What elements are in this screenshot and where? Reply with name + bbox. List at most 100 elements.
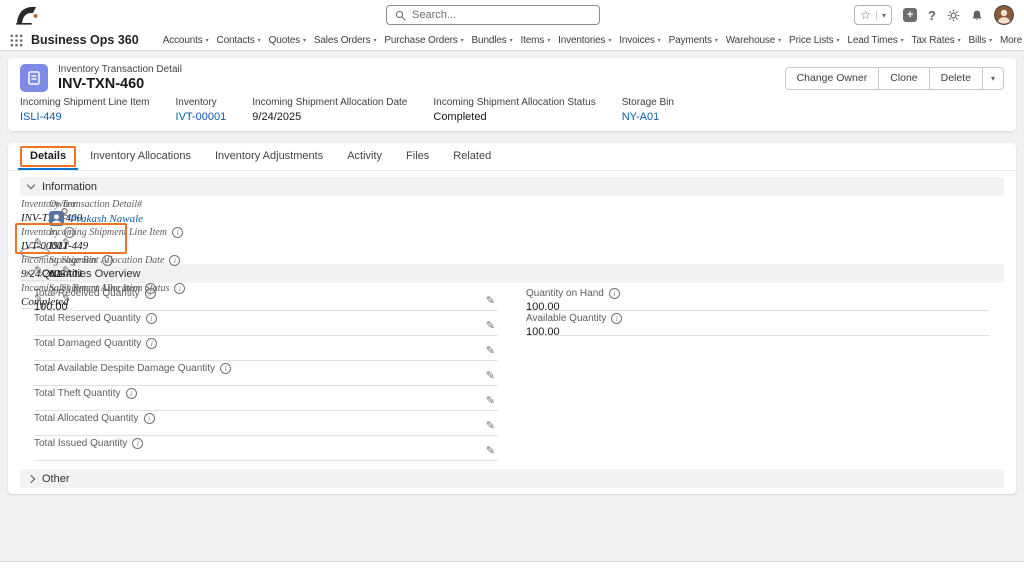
tab-activity[interactable]: Activity (335, 143, 394, 170)
nav-item-items[interactable]: Items▾ (517, 30, 555, 50)
field-value: 100.00 (526, 326, 966, 338)
edit-pencil-icon[interactable]: ✎ (61, 238, 70, 249)
nav-item-payments[interactable]: Payments▾ (665, 30, 722, 50)
nav-item-bills[interactable]: Bills▾ (964, 30, 995, 50)
edit-pencil-icon[interactable]: ✎ (61, 266, 70, 277)
user-avatar[interactable] (994, 5, 1014, 25)
field-value (34, 451, 474, 463)
field-label: Total Issued Quantity (34, 438, 127, 449)
section-header-other[interactable]: Other (20, 469, 1004, 488)
info-icon[interactable]: i (144, 413, 155, 424)
highlight-value-link[interactable]: NY-A01 (622, 111, 674, 123)
field-inventory: Inventoryi IVT-00001 ✎ (21, 225, 45, 253)
info-icon[interactable]: i (611, 313, 622, 324)
tab-files[interactable]: Files (394, 143, 441, 170)
change-owner-button[interactable]: Change Owner (785, 67, 880, 90)
field-label: Total Available Despite Damage Quantity (34, 363, 215, 374)
tab-details[interactable]: Details (18, 143, 78, 170)
nav-item-more[interactable]: More▾ (996, 30, 1024, 50)
edit-pencil-icon[interactable]: ✎ (33, 238, 42, 249)
search-input[interactable] (412, 9, 591, 21)
nav-item-warehouse[interactable]: Warehouse▾ (722, 30, 785, 50)
quantities-right-column: Quantity on Handi 100.00 Available Quant… (526, 286, 990, 461)
highlight-inventory: Inventory IVT-00001 (176, 97, 227, 123)
field-label: Inventory Transaction Detail# (21, 199, 142, 210)
app-navbar: Business Ops 360 Accounts▾ Contacts▾ Quo… (0, 30, 1024, 51)
info-icon[interactable]: i (145, 288, 156, 299)
section-header-information[interactable]: Information (20, 177, 1004, 196)
nav-item-invoices[interactable]: Invoices▾ (615, 30, 664, 50)
nav-item-accounts[interactable]: Accounts▾ (159, 30, 213, 50)
change-owner-icon[interactable] (58, 207, 71, 220)
edit-pencil-icon[interactable]: ✎ (486, 421, 495, 432)
edit-pencil-icon[interactable]: ✎ (486, 396, 495, 407)
record-actions: Change Owner Clone Delete ▾ (785, 67, 1004, 90)
info-icon[interactable]: i (220, 363, 231, 374)
utility-footer-bar (0, 561, 1024, 569)
info-icon[interactable]: i (132, 438, 143, 449)
chevron-down-icon: ▾ (608, 37, 611, 44)
chevron-down-icon: ▾ (658, 37, 661, 44)
nav-item-price-lists[interactable]: Price Lists▾ (785, 30, 843, 50)
delete-button[interactable]: Delete (929, 67, 983, 90)
field-total-theft-quantity: Total Theft Quantityi ✎ (34, 386, 498, 411)
field-total-reserved-quantity: Total Reserved Quantityi ✎ (34, 311, 498, 336)
field-owner: Owner Prakash Nawale (49, 197, 73, 225)
chevron-right-icon (27, 474, 35, 482)
quick-add-icon[interactable]: + (903, 8, 917, 22)
field-total-available-despite-damage-quantity: Total Available Despite Damage Quantity i… (34, 361, 498, 386)
edit-pencil-icon[interactable]: ✎ (486, 371, 495, 382)
highlight-label: Inventory (176, 97, 227, 108)
edit-pencil-icon[interactable]: ✎ (486, 296, 495, 307)
highlight-label: Storage Bin (622, 97, 674, 108)
favorites-star-icon[interactable]: ☆ (860, 9, 876, 21)
section-title: Other (42, 473, 70, 485)
field-incoming-shipment-line-item: Incoming Shipment Line Itemi ISLI-449 ✎ (49, 225, 73, 253)
edit-pencil-icon[interactable]: ✎ (486, 446, 495, 457)
favorites-dropdown-icon[interactable]: ▾ (876, 11, 886, 20)
info-icon[interactable]: i (102, 255, 113, 266)
nav-item-contacts[interactable]: Contacts▾ (213, 30, 265, 50)
highlight-value-link[interactable]: IVT-00001 (176, 111, 227, 123)
tab-inventory-allocations[interactable]: Inventory Allocations (78, 143, 203, 170)
nav-item-purchase-orders[interactable]: Purchase Orders▾ (380, 30, 467, 50)
highlight-label: Incoming Shipment Line Item (20, 97, 150, 108)
help-icon[interactable]: ? (928, 9, 936, 22)
field-inventory-transaction-detail-number: Inventory Transaction Detail# INV-TXN-46… (21, 197, 45, 225)
info-icon[interactable]: i (146, 338, 157, 349)
nav-item-sales-orders[interactable]: Sales Orders▾ (310, 30, 380, 50)
nav-item-inventories[interactable]: Inventories▾ (554, 30, 615, 50)
nav-item-tax-rates[interactable]: Tax Rates▾ (907, 30, 964, 50)
owner-link[interactable]: Prakash Nawale (70, 213, 143, 225)
app-name[interactable]: Business Ops 360 (31, 33, 139, 47)
global-header: ☆ ▾ + ? (0, 0, 1024, 30)
nav-item-bundles[interactable]: Bundles▾ (468, 30, 517, 50)
tab-related[interactable]: Related (441, 143, 503, 170)
global-search[interactable] (386, 5, 600, 25)
nav-item-quotes[interactable]: Quotes▾ (265, 30, 310, 50)
information-fields: Inventory Transaction Detail# INV-TXN-46… (20, 247, 50, 258)
setup-gear-icon[interactable] (947, 9, 960, 22)
info-icon[interactable]: i (126, 388, 137, 399)
info-icon[interactable]: i (146, 313, 157, 324)
edit-pencil-icon[interactable]: ✎ (486, 321, 495, 332)
search-icon (395, 10, 406, 21)
info-icon[interactable]: i (172, 227, 183, 238)
clone-button[interactable]: Clone (878, 67, 929, 90)
edit-pencil-icon[interactable]: ✎ (486, 346, 495, 357)
section-title: Information (42, 181, 97, 193)
field-incoming-shipment-allocation-date: Incoming Shipment Allocation Datei 9/24/… (21, 253, 45, 281)
quantities-left-column: Total Received Quantityi 100.00 ✎ Total … (34, 286, 498, 461)
more-actions-button[interactable]: ▾ (982, 67, 1004, 90)
field-label: Total Allocated Quantity (34, 413, 139, 424)
app-launcher-icon[interactable] (10, 34, 23, 47)
info-icon[interactable]: i (609, 288, 620, 299)
notifications-bell-icon[interactable] (971, 9, 983, 22)
chevron-down-icon: ▾ (461, 37, 464, 44)
nav-item-lead-times[interactable]: Lead Times▾ (843, 30, 907, 50)
plus-icon: + (903, 8, 917, 22)
highlight-value: 9/24/2025 (252, 111, 407, 123)
highlight-value-link[interactable]: ISLI-449 (20, 111, 150, 123)
section-header-quantities-overview[interactable]: Quantities Overview (20, 264, 1004, 283)
tab-inventory-adjustments[interactable]: Inventory Adjustments (203, 143, 335, 170)
